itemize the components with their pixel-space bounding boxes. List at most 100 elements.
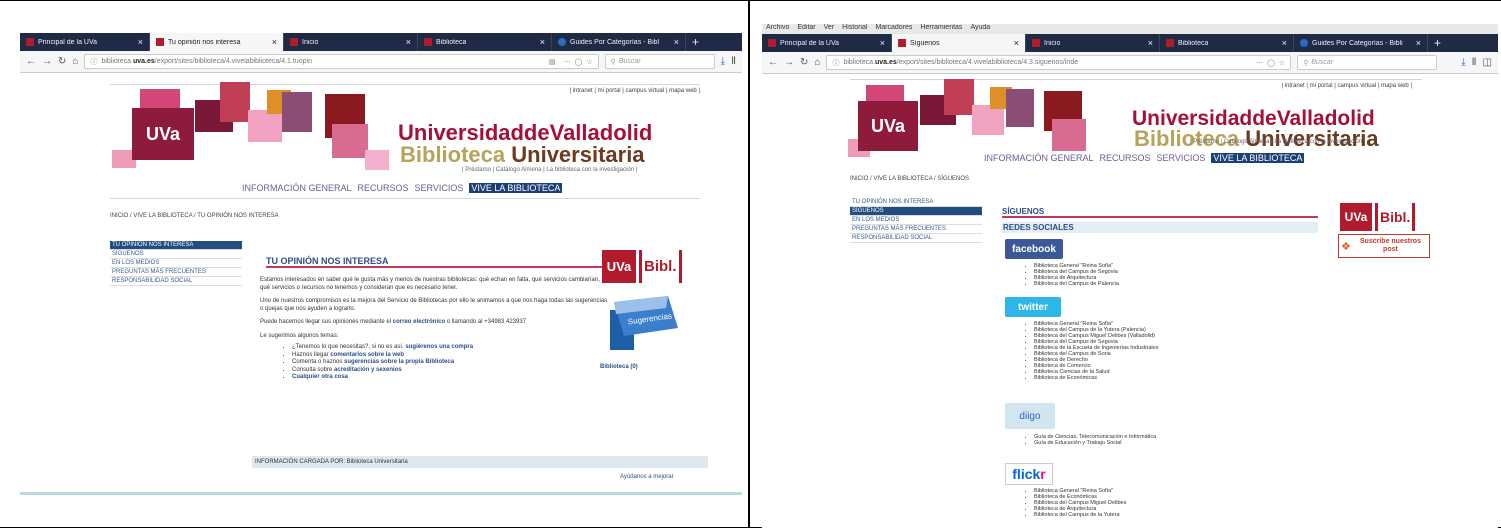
- help-link[interactable]: Ayúdanos a mejorar: [620, 474, 674, 480]
- side-menu-item[interactable]: TU OPINIÓN NOS INTERESA: [110, 241, 242, 250]
- flickr-logo[interactable]: flick r: [1005, 463, 1053, 485]
- breadcrumb[interactable]: INICIO / VIVE LA BIBLIOTECA / SÍGUENOS: [850, 176, 969, 182]
- side-menu-item[interactable]: EN LOS MEDIOS: [850, 216, 982, 225]
- tab-0[interactable]: Principal de la UVa ×: [20, 33, 150, 51]
- side-menu-item[interactable]: SÍGUENOS: [110, 250, 242, 259]
- bibl-badge[interactable]: UVa Bibl.: [602, 250, 682, 283]
- menu-item[interactable]: Marcadores: [875, 24, 912, 34]
- library-icon[interactable]: Ⅱ: [1472, 57, 1477, 68]
- menu-item[interactable]: Editar: [797, 24, 815, 34]
- nav-item[interactable]: VIVE LA BIBLIOTECA: [469, 183, 563, 193]
- sub-links[interactable]: | Préstamo | Catálogo Almena | La biblio…: [462, 167, 637, 173]
- close-tab-icon[interactable]: ×: [1148, 38, 1153, 48]
- reader-icon[interactable]: ▤: [549, 58, 556, 66]
- library-icon[interactable]: Ⅱ: [731, 56, 736, 67]
- search-field[interactable]: ⚲ Buscar: [604, 54, 715, 69]
- side-menu-item[interactable]: RESPONSABILIDAD SOCIAL: [110, 277, 242, 286]
- menu-item[interactable]: Archivo: [766, 24, 789, 34]
- close-tab-icon[interactable]: ×: [138, 37, 143, 47]
- close-tab-icon[interactable]: ×: [1282, 38, 1287, 48]
- page-actions-icon[interactable]: ⋯: [564, 58, 571, 66]
- side-menu-item[interactable]: RESPONSABILIDAD SOCIAL: [850, 234, 982, 243]
- sub-links[interactable]: | Préstamo | Catálogo Almena | La biblio…: [1190, 139, 1365, 145]
- tab-0[interactable]: Principal de la UVa ×: [762, 34, 892, 52]
- nav-item[interactable]: VIVE LA BIBLIOTECA: [1211, 153, 1305, 163]
- download-icon[interactable]: ⤓: [1461, 57, 1465, 68]
- mailbox-icon[interactable]: Sugerencias y Quejas: [606, 292, 686, 358]
- home-icon[interactable]: ⌂: [814, 57, 820, 68]
- new-tab-icon[interactable]: +: [1428, 34, 1447, 52]
- uva-logo[interactable]: UVa: [132, 108, 194, 160]
- suggestion-link[interactable]: sugiérenos una compra: [405, 344, 473, 350]
- close-tab-icon[interactable]: ×: [272, 37, 277, 47]
- nav-item[interactable]: RECURSOS: [1100, 153, 1151, 163]
- social-link[interactable]: Biblioteca del Campus de la Yutera: [1034, 512, 1126, 518]
- new-tab-icon[interactable]: +: [686, 33, 705, 51]
- pocket-icon[interactable]: ◯: [1267, 59, 1275, 67]
- nav-item[interactable]: SERVICIOS: [415, 183, 464, 193]
- back-icon[interactable]: ←: [768, 57, 778, 68]
- tab-1[interactable]: Tu opinión nos interesa ×: [150, 33, 284, 51]
- download-icon[interactable]: ⤓: [721, 56, 725, 67]
- suggestion-link[interactable]: Cualquier otra cosa: [292, 374, 348, 380]
- tab-2[interactable]: Inicio ×: [284, 33, 418, 51]
- social-link[interactable]: Guía de Educación y Trabajo Social: [1034, 440, 1156, 446]
- side-menu-item[interactable]: PREGUNTAS MÁS FRECUENTES: [850, 225, 982, 234]
- info-icon[interactable]: ⓘ: [90, 57, 97, 67]
- bookmark-star-icon[interactable]: ☆: [586, 58, 592, 66]
- twitter-logo[interactable]: twitter: [1005, 297, 1061, 317]
- nav-item[interactable]: INFORMACIÓN GENERAL: [242, 183, 352, 193]
- side-menu-item[interactable]: PREGUNTAS MÁS FRECUENTES: [110, 268, 242, 277]
- home-icon[interactable]: ⌂: [72, 56, 78, 67]
- forward-icon[interactable]: →: [42, 56, 52, 67]
- suggestion-link[interactable]: acreditación y sexenios: [334, 367, 402, 373]
- mailbox-caption[interactable]: Biblioteca (0): [600, 364, 638, 370]
- suggestion-link[interactable]: sugerencias sobre la propia Biblioteca: [344, 359, 454, 365]
- forward-icon[interactable]: →: [784, 57, 794, 68]
- social-link[interactable]: Biblioteca del Campus de Palencia: [1034, 281, 1119, 287]
- uva-logo[interactable]: UVa: [858, 101, 918, 151]
- side-menu-item[interactable]: TU OPINIÓN NOS INTERESA: [850, 198, 982, 207]
- breadcrumb[interactable]: INICIO / VIVE LA BIBLIOTECA / TU OPINIÓN…: [110, 213, 279, 219]
- sidebar-icon[interactable]: ◫: [1483, 57, 1492, 68]
- tab-4[interactable]: Guides Por Categorías - Bibli ×: [1294, 34, 1428, 52]
- bookmark-star-icon[interactable]: ☆: [1279, 59, 1285, 67]
- tab-3[interactable]: Biblioteca ×: [1160, 34, 1294, 52]
- reload-icon[interactable]: ↻: [800, 57, 808, 68]
- nav-item[interactable]: INFORMACIÓN GENERAL: [984, 153, 1094, 163]
- tab-3[interactable]: Biblioteca ×: [418, 33, 552, 51]
- close-tab-icon[interactable]: ×: [1416, 38, 1421, 48]
- search-field[interactable]: ⚲ Buscar: [1297, 55, 1438, 70]
- pocket-icon[interactable]: ◯: [575, 58, 583, 66]
- side-menu-item[interactable]: SÍGUENOS: [850, 207, 982, 216]
- back-icon[interactable]: ←: [26, 56, 36, 67]
- social-link[interactable]: Biblioteca de Económicas: [1034, 375, 1158, 381]
- close-tab-icon[interactable]: ×: [406, 37, 411, 47]
- facebook-logo[interactable]: facebook: [1005, 239, 1063, 259]
- tab-4[interactable]: Guides Por Categorías - Bibl ×: [552, 33, 686, 51]
- bibl-badge[interactable]: UVa Bibl.: [1340, 203, 1416, 231]
- nav-item[interactable]: RECURSOS: [358, 183, 409, 193]
- email-link[interactable]: correo electrónico: [393, 319, 445, 325]
- diigo-logo[interactable]: diigo: [1005, 403, 1055, 429]
- close-tab-icon[interactable]: ×: [540, 37, 545, 47]
- suggestion-link[interactable]: comentarios sobre la web: [330, 352, 404, 358]
- address-bar[interactable]: ⓘ biblioteca. uva.es/export/sites/bibliot…: [826, 55, 1292, 70]
- top-links[interactable]: | intranet | mi portal | campus virtual …: [1142, 83, 1412, 89]
- menu-item[interactable]: Herramientas: [920, 24, 962, 34]
- tab-1[interactable]: Síguenos ×: [892, 34, 1026, 52]
- close-tab-icon[interactable]: ×: [1014, 38, 1019, 48]
- nav-item[interactable]: SERVICIOS: [1157, 153, 1206, 163]
- info-icon[interactable]: ⓘ: [832, 58, 839, 68]
- page-actions-icon[interactable]: ⋯: [1256, 59, 1263, 67]
- close-tab-icon[interactable]: ×: [880, 38, 885, 48]
- tab-2[interactable]: Inicio ×: [1026, 34, 1160, 52]
- menu-item[interactable]: Ver: [824, 24, 835, 34]
- menu-item[interactable]: Historial: [842, 24, 867, 34]
- menu-item[interactable]: Ayuda: [970, 24, 990, 34]
- top-links[interactable]: | intranet | mi portal | campus virtual …: [420, 88, 700, 94]
- close-tab-icon[interactable]: ×: [674, 37, 679, 47]
- reload-icon[interactable]: ↻: [58, 56, 66, 67]
- address-bar[interactable]: ⓘ biblioteca. uva.es/export/sites/bibliot…: [84, 54, 599, 69]
- side-menu-item[interactable]: EN LOS MEDIOS: [110, 259, 242, 268]
